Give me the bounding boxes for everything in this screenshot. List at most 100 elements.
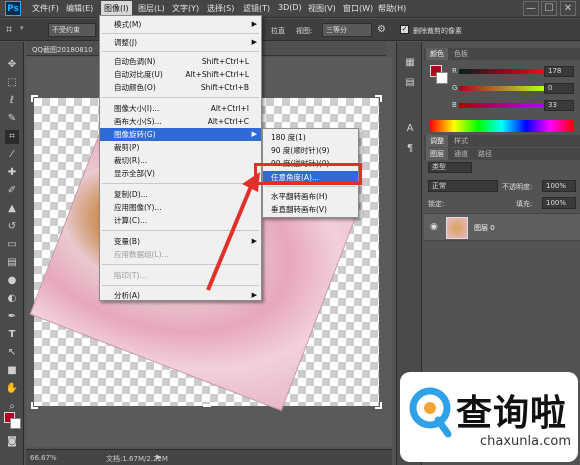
g-slider[interactable] <box>459 86 544 91</box>
crop-handle-top-left[interactable] <box>31 95 38 102</box>
dodge-tool-icon[interactable]: ◐ <box>5 292 19 306</box>
crop-handle-top-right[interactable] <box>375 95 382 102</box>
watermark-text: 查询啦 <box>456 393 568 434</box>
lasso-tool-icon[interactable]: ℓ <box>5 94 19 108</box>
menu-item-image-rotation[interactable]: 图像旋转(G) ▶ <box>100 128 261 141</box>
history-panel-icon[interactable]: ▦ <box>403 56 417 70</box>
menu-item-auto-tone[interactable]: 自动色调(N) Shift+Ctrl+L <box>100 55 261 68</box>
layer-name[interactable]: 图层 0 <box>474 223 495 233</box>
menu-item-auto-color[interactable]: 自动颜色(O) Shift+Ctrl+B <box>100 81 261 94</box>
menu-layer[interactable]: 图层(L) <box>138 3 165 14</box>
menu-item-mode[interactable]: 模式(M) ▶ <box>100 18 261 31</box>
crop-handle-bottom-left[interactable] <box>31 402 38 409</box>
blend-mode-select[interactable]: 正常 <box>428 180 498 192</box>
menu-3d[interactable]: 3D(D) <box>278 3 302 12</box>
g-value-input[interactable]: 0 <box>544 83 574 94</box>
b-slider[interactable] <box>459 103 544 108</box>
tab-styles[interactable]: 样式 <box>450 135 472 147</box>
layer-kind-select[interactable]: 类型 <box>428 162 472 173</box>
brush-tool-icon[interactable]: ✐ <box>5 184 19 198</box>
paragraph-panel-icon[interactable]: ¶ <box>403 142 417 156</box>
menu-item-label: 分析(A) <box>114 291 140 300</box>
menu-item-image-size[interactable]: 图像大小(I)... Alt+Ctrl+I <box>100 102 261 115</box>
tab-channels[interactable]: 通道 <box>450 148 472 160</box>
delete-cropped-checkbox[interactable]: ✓ <box>400 25 409 34</box>
path-select-tool-icon[interactable]: ↖ <box>5 346 19 360</box>
bg-color-swatch[interactable] <box>436 72 448 84</box>
hand-tool-icon[interactable]: ✋ <box>5 382 19 396</box>
r-value-input[interactable]: 178 <box>544 66 574 77</box>
menu-item-adjust[interactable]: 调整(J) ▶ <box>100 36 261 49</box>
pen-tool-icon[interactable]: ✒ <box>5 310 19 324</box>
menu-select[interactable]: 选择(S) <box>207 3 234 14</box>
tab-paths[interactable]: 路径 <box>474 148 496 160</box>
maximize-button[interactable]: ☐ <box>541 1 557 16</box>
healing-tool-icon[interactable]: ✚ <box>5 166 19 180</box>
menu-item-crop[interactable]: 裁剪(P) <box>100 141 261 154</box>
tool-preset-arrow-icon[interactable]: ▾ <box>20 24 24 32</box>
document-title: QQ截图20180810 <box>32 46 93 54</box>
crop-handle-bottom-right[interactable] <box>375 402 382 409</box>
menu-separator <box>102 51 259 52</box>
shape-tool-icon[interactable]: ■ <box>5 364 19 378</box>
crop-tool-icon[interactable]: ⌗ <box>6 23 12 37</box>
menu-filter[interactable]: 滤镜(T) <box>243 3 270 14</box>
r-slider[interactable] <box>459 69 544 74</box>
blur-tool-icon[interactable]: ● <box>5 274 19 288</box>
quick-mask-icon[interactable]: ◙ <box>5 435 19 449</box>
opacity-input[interactable]: 100% <box>542 180 576 192</box>
submenu-flip-horizontal[interactable]: 水平翻转画布(H) <box>263 190 358 203</box>
eyedropper-tool-icon[interactable]: ⁄ <box>5 148 19 162</box>
b-value-input[interactable]: 33 <box>544 100 574 111</box>
tab-layers[interactable]: 图层 <box>426 148 448 160</box>
submenu-flip-vertical[interactable]: 垂直翻转画布(V) <box>263 203 358 216</box>
type-tool-icon[interactable]: T <box>5 328 19 342</box>
gear-icon[interactable]: ⚙ <box>377 24 386 35</box>
status-arrow-icon[interactable]: ▶ <box>156 453 161 461</box>
menu-item-label: 自动对比度(U) <box>114 70 163 79</box>
menu-view[interactable]: 视图(V) <box>308 3 336 14</box>
menu-item-label: 模式(M) <box>114 20 142 29</box>
menu-type[interactable]: 文字(Y) <box>172 3 199 14</box>
fill-input[interactable]: 100% <box>542 197 576 209</box>
menu-item-trim[interactable]: 裁切(R)... <box>100 154 261 167</box>
close-button[interactable]: ✕ <box>560 1 576 16</box>
character-panel-icon[interactable]: A <box>403 122 417 136</box>
tab-color[interactable]: 颜色 <box>426 48 448 60</box>
tab-swatches[interactable]: 色板 <box>450 48 472 60</box>
history-brush-tool-icon[interactable]: ↺ <box>5 220 19 234</box>
marquee-tool-icon[interactable]: ⬚ <box>5 76 19 90</box>
properties-panel-icon[interactable]: ▤ <box>403 76 417 90</box>
view-select[interactable]: 三等分 <box>322 23 372 37</box>
ratio-select[interactable]: 不受约束 <box>48 23 96 37</box>
adjust-panel-header: 调整 样式 <box>424 135 580 147</box>
color-spectrum-bar[interactable] <box>430 120 574 132</box>
menu-item-label: 应用图像(Y)... <box>114 203 162 212</box>
eye-visibility-icon[interactable]: ◉ <box>430 222 438 232</box>
crop-handle-bottom[interactable] <box>203 404 211 407</box>
menu-item-auto-contrast[interactable]: 自动对比度(U) Alt+Shift+Ctrl+L <box>100 68 261 81</box>
menu-help[interactable]: 帮助(H) <box>378 3 406 14</box>
crop-tool-icon[interactable]: ⌗ <box>5 130 19 144</box>
crop-handle-right[interactable] <box>376 250 379 258</box>
menu-item-label: 计算(C)... <box>114 216 148 225</box>
eraser-tool-icon[interactable]: ▭ <box>5 238 19 252</box>
menu-window[interactable]: 窗口(W) <box>343 3 373 14</box>
options-bar: ⌗ ▾ 不受约束 拉直 视图: 三等分 ⚙ ✓ 删除裁剪的像素 <box>0 19 580 41</box>
gradient-tool-icon[interactable]: ▤ <box>5 256 19 270</box>
stamp-tool-icon[interactable]: ▲ <box>5 202 19 216</box>
menu-edit[interactable]: 编辑(E) <box>66 3 93 14</box>
submenu-arrow-icon: ▶ <box>251 38 257 46</box>
layer-row[interactable]: ◉ 图层 0 <box>424 213 580 241</box>
quick-select-tool-icon[interactable]: ✎ <box>5 112 19 126</box>
background-color-swatch[interactable] <box>10 418 21 429</box>
menu-file[interactable]: 文件(F) <box>32 3 59 14</box>
submenu-rotate-180[interactable]: 180 度(1) <box>263 131 358 144</box>
menu-item-canvas-size[interactable]: 画布大小(S)... Alt+Ctrl+C <box>100 115 261 128</box>
submenu-rotate-90-cw[interactable]: 90 度(顺时针)(9) <box>263 144 358 157</box>
zoom-level[interactable]: 66.67% <box>30 454 57 462</box>
straighten-button[interactable]: 拉直 <box>271 26 285 36</box>
tab-adjustments[interactable]: 调整 <box>426 135 448 147</box>
move-tool-icon[interactable]: ✥ <box>5 58 19 72</box>
minimize-button[interactable]: — <box>523 1 539 16</box>
